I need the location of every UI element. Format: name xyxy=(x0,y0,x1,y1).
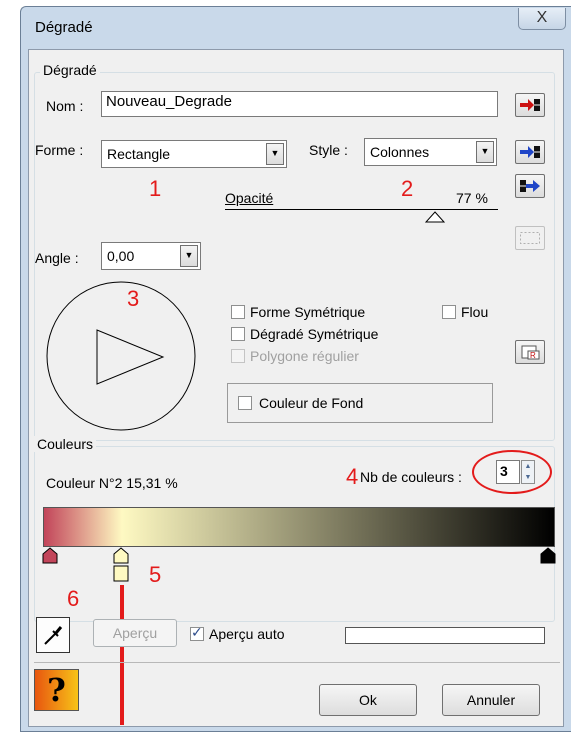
degrade-symetrique-label: Dégradé Symétrique xyxy=(250,326,379,342)
annuler-button-label: Annuler xyxy=(466,692,516,708)
window-title: Dégradé xyxy=(35,19,93,36)
chevron-down-icon: ▼ xyxy=(266,143,284,165)
annotation-3: 3 xyxy=(127,286,140,311)
ok-button-label: Ok xyxy=(359,692,377,708)
import-gradient-button[interactable] xyxy=(515,93,545,117)
annotation-5: 5 xyxy=(149,562,162,587)
reset-gradient-button[interactable]: R xyxy=(515,340,545,364)
import-arrow-icon xyxy=(520,99,540,111)
forme-select[interactable]: Rectangle ▼ xyxy=(101,140,287,168)
flou-label: Flou xyxy=(461,304,489,320)
gradient-stop-marker[interactable] xyxy=(42,547,58,565)
opacite-label: Opacité xyxy=(225,190,274,206)
stop-indicator-line xyxy=(120,585,124,725)
eyedropper-icon xyxy=(44,626,63,645)
opacity-slider[interactable] xyxy=(225,205,498,229)
couleurs-group-label: Couleurs xyxy=(34,436,97,452)
style-label: Style : xyxy=(309,142,348,158)
export-gradient-button[interactable] xyxy=(515,174,545,198)
title-bar[interactable]: Dégradé X xyxy=(21,7,571,49)
load-arrow-icon xyxy=(520,146,540,158)
forme-symetrique-checkbox[interactable] xyxy=(231,305,245,319)
load-gradient-button[interactable] xyxy=(515,140,545,164)
couleur-info: Couleur N°2 15,31 % xyxy=(46,475,178,491)
angle-select-value: 0,00 xyxy=(107,248,135,264)
chevron-down-icon: ▼ xyxy=(180,245,198,267)
style-select-value: Colonnes xyxy=(370,144,430,160)
nom-input[interactable]: Nouveau_Degrade xyxy=(101,91,498,117)
degrade-symetrique-checkbox[interactable] xyxy=(231,327,245,341)
apercu-button[interactable]: Aperçu xyxy=(93,619,177,647)
nom-label: Nom : xyxy=(46,98,84,114)
annotation-2: 2 xyxy=(401,176,414,201)
apercu-progress-bar xyxy=(345,627,545,644)
dialog-client-area: Dégradé Nom : Nouveau_Degrade Forme : Re… xyxy=(28,49,564,727)
close-icon: X xyxy=(536,9,548,26)
nb-couleurs-highlight-ellipse xyxy=(472,450,552,494)
apercu-auto-checkbox[interactable] xyxy=(190,624,204,641)
help-button[interactable]: ? xyxy=(34,669,79,711)
opacity-slider-thumb[interactable] xyxy=(425,211,445,223)
forme-label: Forme : xyxy=(35,142,84,158)
degrade-group-label: Dégradé xyxy=(40,62,100,78)
close-button[interactable]: X xyxy=(518,8,566,30)
export-arrow-icon xyxy=(520,180,540,192)
gradient-stops-row xyxy=(42,547,556,587)
nb-couleurs-label: Nb de couleurs : xyxy=(360,469,462,485)
help-icon: ? xyxy=(47,671,66,709)
angle-select[interactable]: 0,00 ▼ xyxy=(101,242,201,270)
chevron-down-icon: ▼ xyxy=(476,141,494,163)
forme-select-value: Rectangle xyxy=(107,146,171,162)
gradient-stop-marker[interactable] xyxy=(113,547,129,583)
opacity-slider-track xyxy=(225,209,498,210)
gradient-stop-marker[interactable] xyxy=(540,547,556,565)
angle-label: Angle : xyxy=(35,250,79,266)
gradient-dialog-window: Dégradé X Dégradé Nom : Nouveau_Degrade … xyxy=(20,6,571,732)
flou-checkbox[interactable] xyxy=(442,305,456,319)
polygone-regulier-label: Polygone régulier xyxy=(250,348,359,364)
ok-button[interactable]: Ok xyxy=(319,684,417,716)
polygone-regulier-checkbox[interactable] xyxy=(231,349,245,363)
angle-dial[interactable] xyxy=(45,280,197,432)
opacite-value: 77 % xyxy=(456,190,488,206)
gradient-preview-bar[interactable] xyxy=(43,507,555,547)
selection-area-button[interactable] xyxy=(515,226,545,250)
eyedropper-button[interactable] xyxy=(36,617,70,653)
couleur-fond-checkbox[interactable] xyxy=(238,396,252,410)
style-select[interactable]: Colonnes ▼ xyxy=(364,138,497,166)
reset-page-icon: R xyxy=(521,345,540,360)
couleur-fond-label: Couleur de Fond xyxy=(259,395,364,411)
forme-symetrique-label: Forme Symétrique xyxy=(250,304,366,320)
annotation-6: 6 xyxy=(67,586,80,611)
annotation-4: 4 xyxy=(346,464,359,489)
angle-direction-arrow xyxy=(96,329,165,385)
apercu-auto-label: Aperçu auto xyxy=(209,626,285,642)
separator-line xyxy=(34,662,560,663)
annotation-1: 1 xyxy=(149,176,162,201)
apercu-button-label: Aperçu xyxy=(112,625,158,641)
svg-text:R: R xyxy=(530,351,536,360)
dotted-rectangle-icon xyxy=(520,232,540,244)
annuler-button[interactable]: Annuler xyxy=(442,684,540,716)
